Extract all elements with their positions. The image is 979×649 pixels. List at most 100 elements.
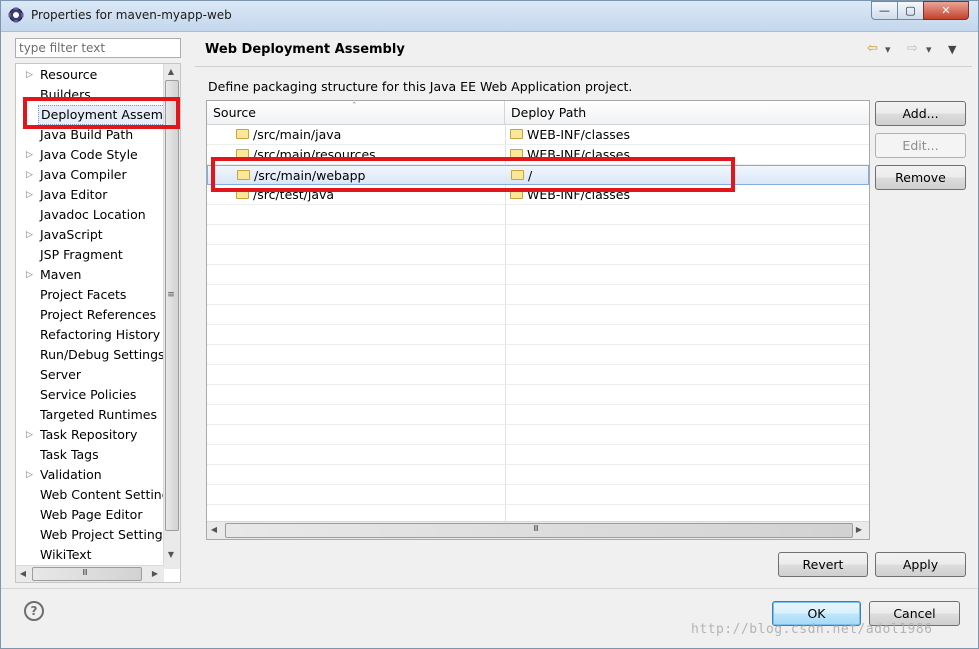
- source-cell: /src/main/resources: [253, 147, 376, 162]
- column-header-deploy-path[interactable]: Deploy Path: [505, 101, 869, 125]
- scroll-up-arrow-icon[interactable]: ▲: [164, 67, 178, 76]
- close-button[interactable]: ✕: [923, 1, 969, 20]
- tree-item[interactable]: JSP Fragment: [16, 245, 164, 265]
- scroll-left-arrow-icon[interactable]: ◀: [207, 525, 221, 534]
- filter-input[interactable]: [15, 38, 181, 58]
- tree-item[interactable]: Java Build Path: [16, 125, 164, 145]
- tree-item[interactable]: Targeted Runtimes: [16, 405, 164, 425]
- forward-arrow-icon[interactable]: ⇨: [907, 41, 918, 56]
- expand-arrow-icon[interactable]: ▷: [26, 65, 34, 85]
- back-menu-chevron-icon[interactable]: ▾: [885, 43, 891, 56]
- tree-item-label: Task Repository: [40, 427, 138, 442]
- tree-item[interactable]: ▷ Task Repository: [16, 425, 164, 445]
- tree-item[interactable]: ▷ Maven: [16, 265, 164, 285]
- table-empty-row[interactable]: [207, 425, 869, 445]
- tree-item-label: Service Policies: [40, 387, 137, 402]
- table-empty-row[interactable]: [207, 485, 869, 505]
- table-empty-row[interactable]: [207, 445, 869, 465]
- scroll-right-arrow-icon[interactable]: ▶: [852, 525, 866, 534]
- table-empty-row[interactable]: [207, 465, 869, 485]
- add-button[interactable]: Add...: [875, 101, 966, 126]
- tree-item-label: Java Compiler: [40, 167, 127, 182]
- scroll-down-arrow-icon[interactable]: ▼: [164, 550, 178, 559]
- expand-arrow-icon[interactable]: ▷: [26, 165, 34, 185]
- maximize-button[interactable]: ▢: [897, 1, 924, 20]
- scroll-left-arrow-icon[interactable]: ◀: [16, 569, 30, 578]
- tree-item-label: Project Facets: [40, 287, 127, 302]
- expand-arrow-icon[interactable]: ▷: [26, 145, 34, 165]
- tree-item-label: Java Editor: [40, 187, 108, 202]
- table-empty-row[interactable]: [207, 265, 869, 285]
- table-row[interactable]: /src/test/java WEB-INF/classes: [207, 185, 869, 205]
- tree-item[interactable]: ▷ Resource: [16, 65, 164, 85]
- table-empty-row[interactable]: [207, 305, 869, 325]
- tree-item[interactable]: Service Policies: [16, 385, 164, 405]
- property-page-tree[interactable]: ▷ Resource Builders Deployment Assembly Java…: [15, 63, 181, 583]
- deployment-assembly-table[interactable]: Source ˆ Deploy Path /src/main/java WEB-I…: [206, 100, 870, 540]
- tree-item[interactable]: Run/Debug Settings: [16, 345, 165, 365]
- table-row[interactable]: /src/main/resources WEB-INF/classes: [207, 145, 869, 165]
- tree-item[interactable]: Project References: [16, 305, 164, 325]
- table-empty-row[interactable]: [207, 285, 869, 305]
- table-row[interactable]: /src/main/java WEB-INF/classes: [207, 125, 869, 145]
- tree-item[interactable]: Web Page Editor: [16, 505, 164, 525]
- help-icon[interactable]: ?: [24, 601, 44, 621]
- table-empty-row[interactable]: [207, 225, 869, 245]
- tree-scroll-thumb[interactable]: [165, 80, 179, 531]
- table-empty-row[interactable]: [207, 385, 869, 405]
- table-empty-row[interactable]: [207, 365, 869, 385]
- view-menu-icon[interactable]: ▼: [948, 43, 956, 56]
- tree-item[interactable]: ▷ Java Code Style: [16, 145, 164, 165]
- table-horizontal-scrollbar[interactable]: ◀ Ⅲ ▶: [207, 521, 869, 539]
- table-empty-row[interactable]: [207, 325, 869, 345]
- tree-item[interactable]: Server: [16, 365, 164, 385]
- tree-item[interactable]: ▷ Java Compiler: [16, 165, 164, 185]
- expand-arrow-icon[interactable]: ▷: [26, 265, 34, 285]
- tree-item[interactable]: Task Tags: [16, 445, 164, 465]
- table-empty-row[interactable]: [207, 405, 869, 425]
- column-header-source[interactable]: Source ˆ: [207, 101, 505, 125]
- expand-arrow-icon[interactable]: ▷: [26, 425, 34, 445]
- table-empty-row[interactable]: [207, 205, 869, 225]
- tree-item-label: Task Tags: [40, 447, 99, 462]
- remove-button[interactable]: Remove: [875, 165, 966, 190]
- source-cell: /src/main/java: [253, 127, 342, 142]
- tree-item-label: Builders: [40, 87, 91, 102]
- tree-item-label: JavaScript: [40, 227, 103, 242]
- tree-item[interactable]: Refactoring History: [16, 325, 164, 345]
- tree-horizontal-scrollbar[interactable]: ◀ Ⅲ ▶: [16, 565, 164, 582]
- tree-item[interactable]: Web Project Settings: [16, 525, 169, 545]
- edit-button[interactable]: Edit...: [875, 133, 966, 158]
- tree-item[interactable]: Web Content Settings: [16, 485, 176, 505]
- expand-arrow-icon[interactable]: ▷: [26, 465, 34, 485]
- folder-icon: [237, 170, 250, 180]
- tree-item-label: Web Page Editor: [40, 507, 143, 522]
- tree-item[interactable]: Builders: [16, 85, 164, 105]
- tree-vertical-scrollbar[interactable]: ▲ ≡ ▼: [163, 64, 180, 569]
- deploy-path-cell: WEB-INF/classes: [527, 187, 631, 202]
- tree-item-label: Web Content Settings: [40, 487, 177, 502]
- table-row[interactable]: /src/main/webapp /: [207, 165, 869, 185]
- expand-arrow-icon[interactable]: ▷: [26, 225, 34, 245]
- tree-item[interactable]: ▷ JavaScript: [16, 225, 164, 245]
- scroll-right-arrow-icon[interactable]: ▶: [148, 569, 162, 578]
- header-divider: [195, 66, 972, 67]
- forward-menu-chevron-icon[interactable]: ▾: [926, 43, 932, 56]
- tree-item-label: Java Code Style: [40, 147, 138, 162]
- tree-item[interactable]: ▷ Validation: [16, 465, 164, 485]
- expand-arrow-icon[interactable]: ▷: [26, 185, 34, 205]
- title-bar[interactable]: Properties for maven-myapp-web — ▢ ✕: [1, 1, 978, 32]
- tree-item[interactable]: ▷ Java Editor: [16, 185, 164, 205]
- minimize-button[interactable]: —: [871, 1, 898, 20]
- tree-item[interactable]: Deployment Assembly: [16, 105, 180, 125]
- tree-item[interactable]: WikiText: [16, 545, 164, 565]
- tree-item[interactable]: Project Facets: [16, 285, 164, 305]
- table-empty-row[interactable]: [207, 345, 869, 365]
- table-empty-row[interactable]: [207, 245, 869, 265]
- tree-item[interactable]: Javadoc Location: [16, 205, 164, 225]
- apply-button[interactable]: Apply: [875, 552, 966, 577]
- back-arrow-icon[interactable]: ⇦: [867, 41, 878, 56]
- deploy-path-cell: WEB-INF/classes: [527, 147, 631, 162]
- revert-button[interactable]: Revert: [778, 552, 868, 577]
- folder-icon: [510, 149, 523, 159]
